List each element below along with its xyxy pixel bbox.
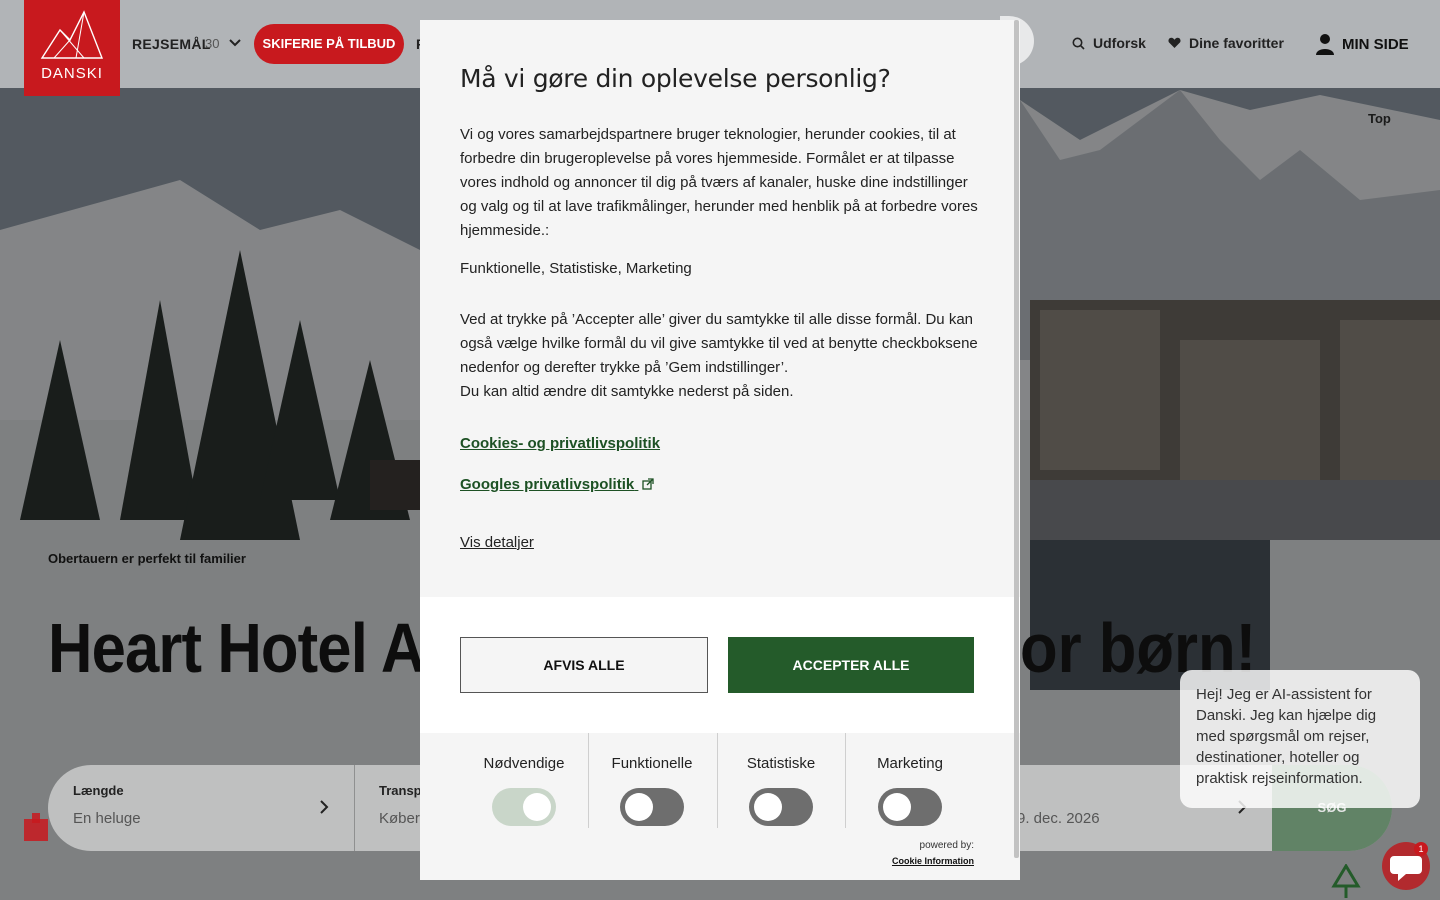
toggle-statistics-switch[interactable] (749, 788, 813, 826)
flag-icon (24, 813, 48, 841)
consent-toggles: Nødvendige Funktionelle Statistiske Mark… (420, 733, 1020, 833)
dialog-scrollbar[interactable] (1014, 20, 1019, 858)
tree-icon (1331, 864, 1361, 898)
toggle-statistics-label: Statistiske (746, 755, 816, 772)
chat-notification-badge: 1 (1414, 842, 1428, 856)
toggle-marketing-switch[interactable] (878, 788, 942, 826)
powered-by-label: powered by: (919, 840, 974, 851)
consent-body: Vi og vores samarbejdspartnere bruger te… (460, 126, 978, 239)
toggle-necessary: Nødvendige (460, 733, 588, 828)
reject-all-button[interactable]: AFVIS ALLE (460, 637, 708, 693)
nav-destinations[interactable]: REJSEMÅL (132, 36, 211, 52)
nav-favorites-label: Dine favoritter (1189, 35, 1284, 51)
toggle-necessary-switch (492, 788, 556, 826)
google-privacy-link[interactable]: Googles privatlivspolitik (460, 476, 655, 493)
toggle-marketing-label: Marketing (877, 755, 943, 772)
accept-all-button[interactable]: ACCEPTER ALLE (728, 637, 974, 693)
consent-body-2-line-2: Du kan altid ændre dit samtykke nederst … (460, 383, 794, 400)
user-icon (1316, 34, 1334, 55)
danski-logo[interactable]: DANSKI (24, 0, 120, 96)
chevron-down-icon[interactable] (228, 36, 242, 50)
cookies-policy-link[interactable]: Cookies- og privatlivspolitik (460, 435, 660, 452)
search-icon (1072, 37, 1085, 50)
toggle-marketing: Marketing (846, 733, 974, 828)
nav-my-page-label: MIN SIDE (1342, 35, 1409, 53)
hero-title-left: Heart Hotel Au (48, 609, 462, 687)
nav-destinations-count: 30 (205, 36, 220, 51)
google-privacy-link-label: Googles privatlivspolitik (460, 476, 635, 493)
toggle-necessary-label: Nødvendige (483, 755, 565, 772)
external-link-icon (642, 478, 655, 490)
toggle-functional-switch[interactable] (620, 788, 684, 826)
show-details-link[interactable]: Vis detaljer (460, 534, 534, 551)
cookie-information-link[interactable]: Cookie Information (892, 856, 974, 866)
date-value: 9. dec. 2026 (1017, 810, 1100, 827)
nav-favorites[interactable]: Dine favoritter (1168, 35, 1284, 51)
length-value: En heluge (73, 810, 141, 827)
toggle-functional-label: Funktionelle (611, 755, 693, 772)
consent-actions: AFVIS ALLE ACCEPTER ALLE (420, 597, 1020, 733)
chevron-right-icon (320, 800, 329, 814)
consent-purposes: Funktionelle, Statistiske, Marketing (460, 260, 692, 277)
length-label: Længde (73, 783, 124, 798)
logo-text: DANSKI (41, 65, 103, 82)
nav-my-page[interactable]: MIN SIDE (1316, 33, 1409, 55)
nav-explore-label: Udforsk (1093, 35, 1146, 51)
hero-subtitle: Obertauern er perfekt til familier (48, 551, 246, 566)
cookie-consent-dialog: Må vi gøre din oplevelse personlig? Vi o… (420, 20, 1020, 880)
heart-icon (1168, 37, 1181, 48)
consent-body-2: Ved at trykke på ’Accepter alle’ giver d… (460, 308, 980, 404)
nav-explore[interactable]: Udforsk (1072, 35, 1146, 51)
chat-message-bubble[interactable]: Hej! Jeg er AI-assistent for Danski. Jeg… (1180, 670, 1420, 808)
toggle-functional: Funktionelle (588, 733, 716, 828)
toggle-statistics: Statistiske (717, 733, 845, 828)
consent-title: Må vi gøre din oplevelse personlig? (460, 64, 891, 93)
consent-body-2-line-1: Ved at trykke på ’Accepter alle’ giver d… (460, 311, 978, 376)
transport-label: Transp (379, 783, 422, 798)
top-label: Top (1368, 111, 1391, 126)
length-field[interactable]: Længde En heluge (48, 765, 354, 851)
ski-offers-button[interactable]: SKIFERIE PÅ TILBUD (254, 24, 404, 64)
transport-value: Køber (379, 810, 420, 827)
